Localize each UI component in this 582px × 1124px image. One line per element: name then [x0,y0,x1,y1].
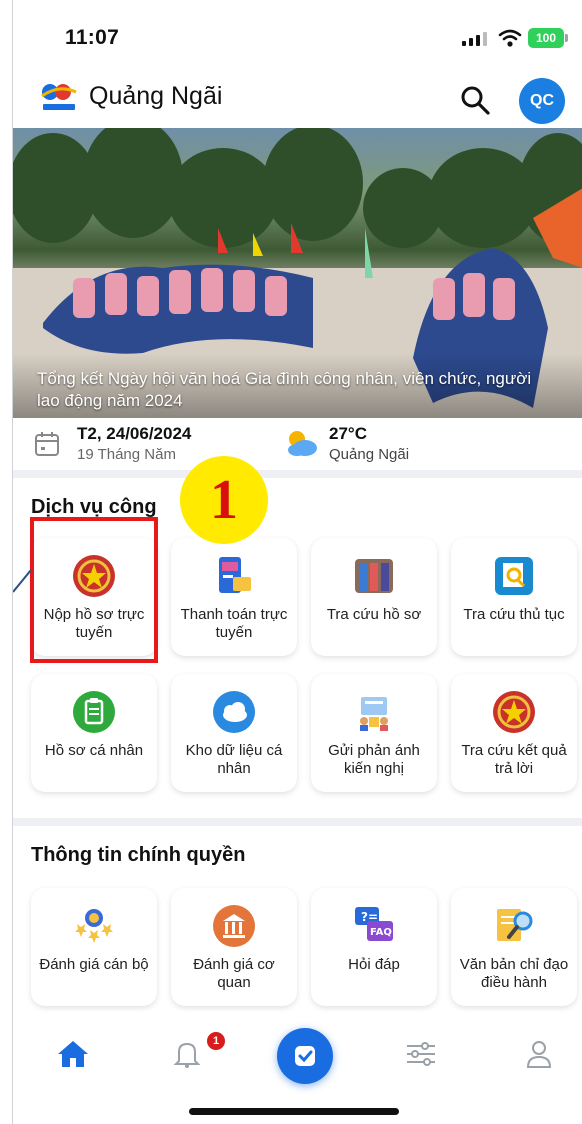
feedback-board-icon [350,688,398,736]
clipboard-icon [70,688,118,736]
service-label: Tra cứu hồ sơ [326,606,422,623]
location-label: Quảng Ngãi [329,446,410,463]
service-label: Gửi phản ánh kiến nghị [328,742,420,777]
service-send-feedback[interactable]: Gửi phản ánh kiến nghị [311,674,437,792]
government-info-title: Thông tin chính quyền [31,844,246,866]
partly-cloudy-icon [288,431,317,456]
service-label: Thanh toán trực tuyến [180,606,288,641]
document-search-icon [490,552,538,600]
officer-stars-icon [70,902,118,950]
news-banner[interactable]: Tổng kết Ngày hội văn hoá Gia đình công … [13,128,582,418]
payment-phone-icon [210,552,258,600]
date-weather-row: T2, 24/06/2024 19 Tháng Năm 27°C Quảng N… [13,418,582,470]
faq-icon: ?= FAQ [350,902,398,950]
app-screen: 11:07 100 Quảng Ngãi QC Tổng kết Ngày hộ… [12,0,582,1124]
gov-label: Văn bản chỉ đạo điều hành [459,956,569,991]
step-number-badge: 1 [180,456,268,544]
service-lookup-dossier[interactable]: Tra cứu hồ sơ [311,538,437,656]
service-label: Tra cứu kết quả trả lời [461,742,567,777]
section-divider [13,470,582,478]
lunar-date-label: 19 Tháng Năm [77,446,176,463]
battery-icon: 100 [528,28,568,48]
national-emblem-icon [490,688,538,736]
search-icon[interactable] [459,84,491,116]
bottom-navigation: 1 [13,1012,582,1092]
app-logo-icon [41,84,77,110]
building-icon [210,902,258,950]
avatar[interactable]: QC [519,78,565,124]
home-indicator [189,1108,399,1115]
gov-label: Hỏi đáp [348,956,400,973]
notification-badge: 1 [207,1032,225,1050]
binders-icon [350,552,398,600]
check-app-icon [295,1046,315,1066]
temperature-label: 27°C [329,424,367,443]
nav-center-action[interactable] [277,1028,333,1084]
calendar-icon [35,432,59,456]
status-bar: 11:07 100 [13,0,582,72]
wifi-icon [498,29,522,47]
service-label: Hồ sơ cá nhân [44,742,144,759]
app-title: Quảng Ngãi [89,82,223,110]
bell-icon [173,1042,201,1068]
gov-label: Đánh giá cán bộ [39,956,149,973]
service-online-payment[interactable]: Thanh toán trực tuyến [171,538,297,656]
gov-faq[interactable]: ?= FAQ Hỏi đáp [311,888,437,1006]
service-label: Tra cứu thủ tục [463,606,565,623]
public-services-title: Dịch vụ công [31,496,157,518]
service-lookup-answers[interactable]: Tra cứu kết quả trả lời [451,674,577,792]
nav-notifications[interactable] [167,1034,207,1074]
service-personal-data-store[interactable]: Kho dữ liệu cá nhân [171,674,297,792]
cloud-icon [210,688,258,736]
gov-directive-documents[interactable]: Văn bản chỉ đạo điều hành [451,888,577,1006]
gov-rate-officer[interactable]: Đánh giá cán bộ [31,888,157,1006]
service-lookup-procedure[interactable]: Tra cứu thủ tục [451,538,577,656]
date-label: T2, 24/06/2024 [77,424,192,443]
nav-account[interactable] [519,1034,559,1074]
gov-label: Đánh giá cơ quan [193,956,275,991]
sliders-icon [407,1042,435,1066]
highlight-box [30,517,158,663]
nav-settings[interactable] [401,1034,441,1074]
nav-home[interactable] [53,1034,93,1074]
status-time: 11:07 [65,26,120,49]
service-personal-profile[interactable]: Hồ sơ cá nhân [31,674,157,792]
home-icon [58,1041,88,1067]
section-divider [13,818,582,826]
signal-icon [462,32,487,46]
pointer-arrow [13,569,32,593]
gov-rate-agency[interactable]: Đánh giá cơ quan [171,888,297,1006]
banner-caption: Tổng kết Ngày hội văn hoá Gia đình công … [37,369,532,410]
document-magnifier-icon [490,902,538,950]
person-icon [526,1041,552,1068]
app-header: Quảng Ngãi QC [13,72,582,128]
svg-text:FAQ: FAQ [370,927,392,938]
service-label: Kho dữ liệu cá nhân [185,742,283,777]
